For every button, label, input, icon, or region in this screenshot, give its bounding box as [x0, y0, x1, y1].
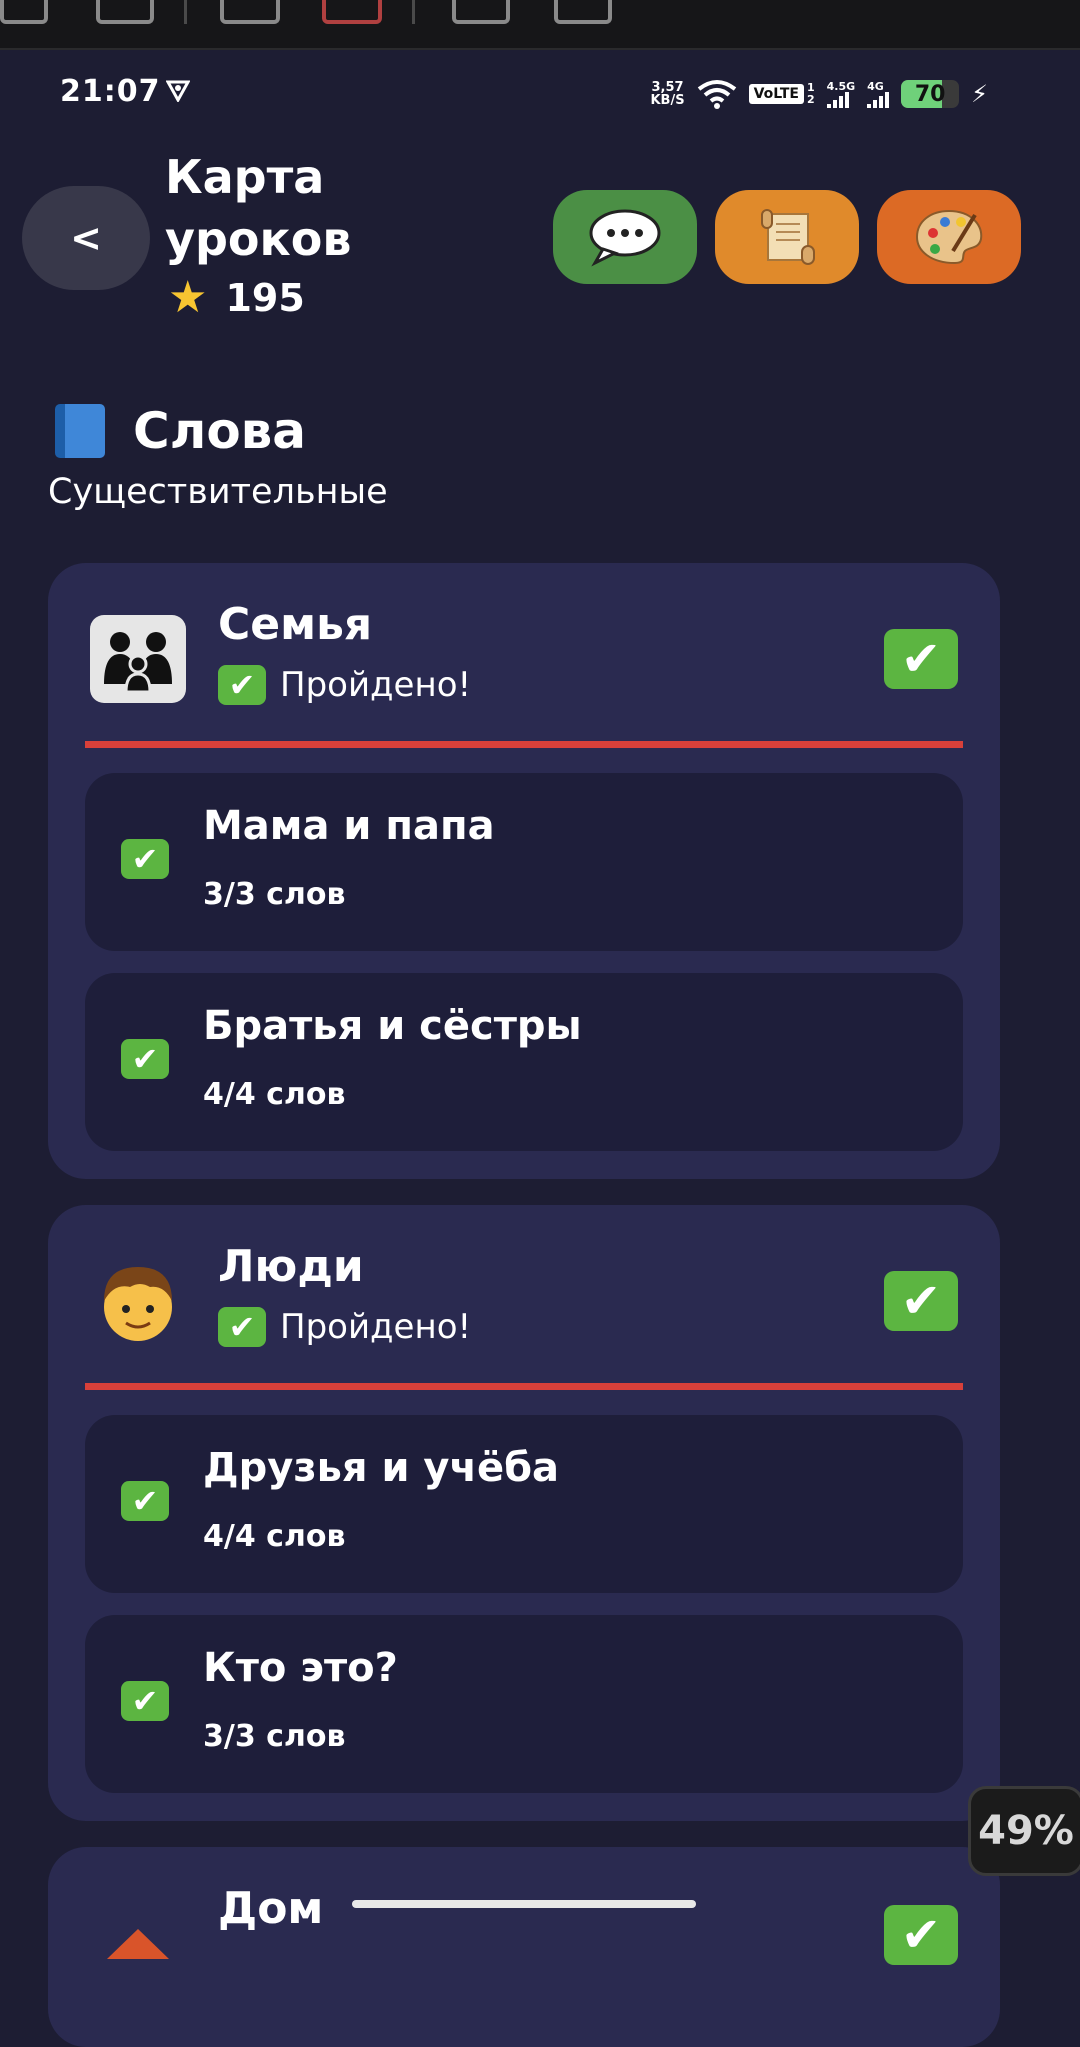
zoom-percent-badge[interactable]: 49%	[968, 1786, 1080, 1876]
toolbar-divider	[184, 0, 187, 24]
category-status: ✔ Пройдено!	[218, 1307, 471, 1347]
category-status: ✔ Пройдено!	[218, 665, 471, 705]
lesson-title: Друзья и учёба	[203, 1445, 560, 1491]
lesson-item[interactable]: ✔ Друзья и учёба 4/4 слов	[85, 1415, 963, 1593]
lesson-title: Братья и сёстры	[203, 1003, 582, 1049]
lesson-word-count: 3/3 слов	[203, 1719, 346, 1754]
stars-counter: ★ 195	[168, 272, 305, 323]
category-status-text: Пройдено!	[280, 665, 472, 705]
progress-divider	[85, 1383, 963, 1390]
status-icons: 3,57 KB/S VoLTE 1 2 4.5G 4G 70 ⚡	[650, 78, 988, 110]
battery-icon: 70	[901, 80, 960, 108]
record-icon[interactable]	[322, 0, 382, 24]
stars-count: 195	[225, 275, 305, 320]
lesson-word-count: 3/3 слов	[203, 877, 346, 912]
signal2-label: 4G	[867, 79, 884, 93]
scroll-icon	[761, 209, 815, 265]
boy-icon	[90, 1257, 186, 1345]
signal1-label: 4.5G	[826, 79, 856, 93]
house-icon	[90, 1903, 186, 1991]
signal-sim2-icon: 4G	[867, 79, 890, 108]
category-card-home[interactable]: Дом ✔	[48, 1847, 1000, 2047]
check-icon: ✔	[121, 1481, 169, 1521]
blue-book-icon	[55, 404, 105, 458]
vpn-icon	[166, 80, 190, 102]
star-icon: ★	[168, 272, 208, 323]
category-title: Дом	[218, 1883, 324, 1934]
chat-button[interactable]	[553, 190, 697, 284]
palette-icon	[915, 209, 983, 265]
net-speed-unit: KB/S	[650, 93, 685, 108]
network-speed: 3,57 KB/S	[650, 81, 684, 107]
back-button[interactable]: <	[22, 186, 150, 290]
top-toolbar	[0, 0, 1080, 50]
progress-divider	[85, 741, 963, 748]
signal-sim1-icon: 4.5G	[826, 79, 856, 108]
check-icon: ✔	[884, 629, 958, 689]
lesson-title: Кто это?	[203, 1645, 398, 1691]
settings-icon[interactable]	[0, 0, 48, 24]
sim2-label: 2	[806, 93, 815, 106]
lesson-item[interactable]: ✔ Мама и папа 3/3 слов	[85, 773, 963, 951]
lesson-word-count: 4/4 слов	[203, 1519, 346, 1554]
speech-bubble-icon	[589, 209, 661, 267]
scroll-button[interactable]	[715, 190, 859, 284]
lesson-item[interactable]: ✔ Кто это? 3/3 слов	[85, 1615, 963, 1793]
family-icon	[90, 615, 186, 703]
sim-numbers: 1 2	[807, 82, 815, 106]
page-title: Карта уроков	[165, 150, 352, 266]
screenshot-icon[interactable]	[220, 0, 280, 24]
lesson-word-count: 4/4 слов	[203, 1077, 346, 1112]
category-status-text: Пройдено!	[280, 1307, 472, 1347]
device-icon[interactable]	[96, 0, 154, 24]
toolbar-divider	[412, 0, 415, 24]
section-title-text: Слова	[133, 402, 307, 460]
palette-button[interactable]	[877, 190, 1021, 284]
download-icon[interactable]	[554, 0, 612, 24]
battery-level: 70	[914, 81, 946, 107]
check-icon: ✔	[884, 1271, 958, 1331]
category-card-people[interactable]: Люди ✔ Пройдено! ✔ ✔ Друзья и учёба 4/4 …	[48, 1205, 1000, 1821]
section-subtitle: Существительные	[48, 472, 388, 512]
lesson-title: Мама и папа	[203, 803, 495, 849]
charging-icon: ⚡	[971, 80, 988, 108]
upload-icon[interactable]	[452, 0, 510, 24]
category-title: Семья	[218, 599, 373, 650]
check-icon: ✔	[218, 665, 266, 705]
check-icon: ✔	[884, 1905, 958, 1965]
check-icon: ✔	[121, 839, 169, 879]
wifi-icon	[697, 80, 736, 109]
lesson-item[interactable]: ✔ Братья и сёстры 4/4 слов	[85, 973, 963, 1151]
check-icon: ✔	[121, 1039, 169, 1079]
category-card-family[interactable]: Семья ✔ Пройдено! ✔ ✔ Мама и папа 3/3 сл…	[48, 563, 1000, 1179]
category-title: Люди	[218, 1241, 364, 1292]
status-time: 21:07	[60, 74, 161, 109]
check-icon: ✔	[218, 1307, 266, 1347]
volte-badge: VoLTE	[748, 84, 804, 104]
home-indicator[interactable]	[352, 1900, 696, 1908]
check-icon: ✔	[121, 1681, 169, 1721]
section-title: Слова	[55, 402, 306, 460]
